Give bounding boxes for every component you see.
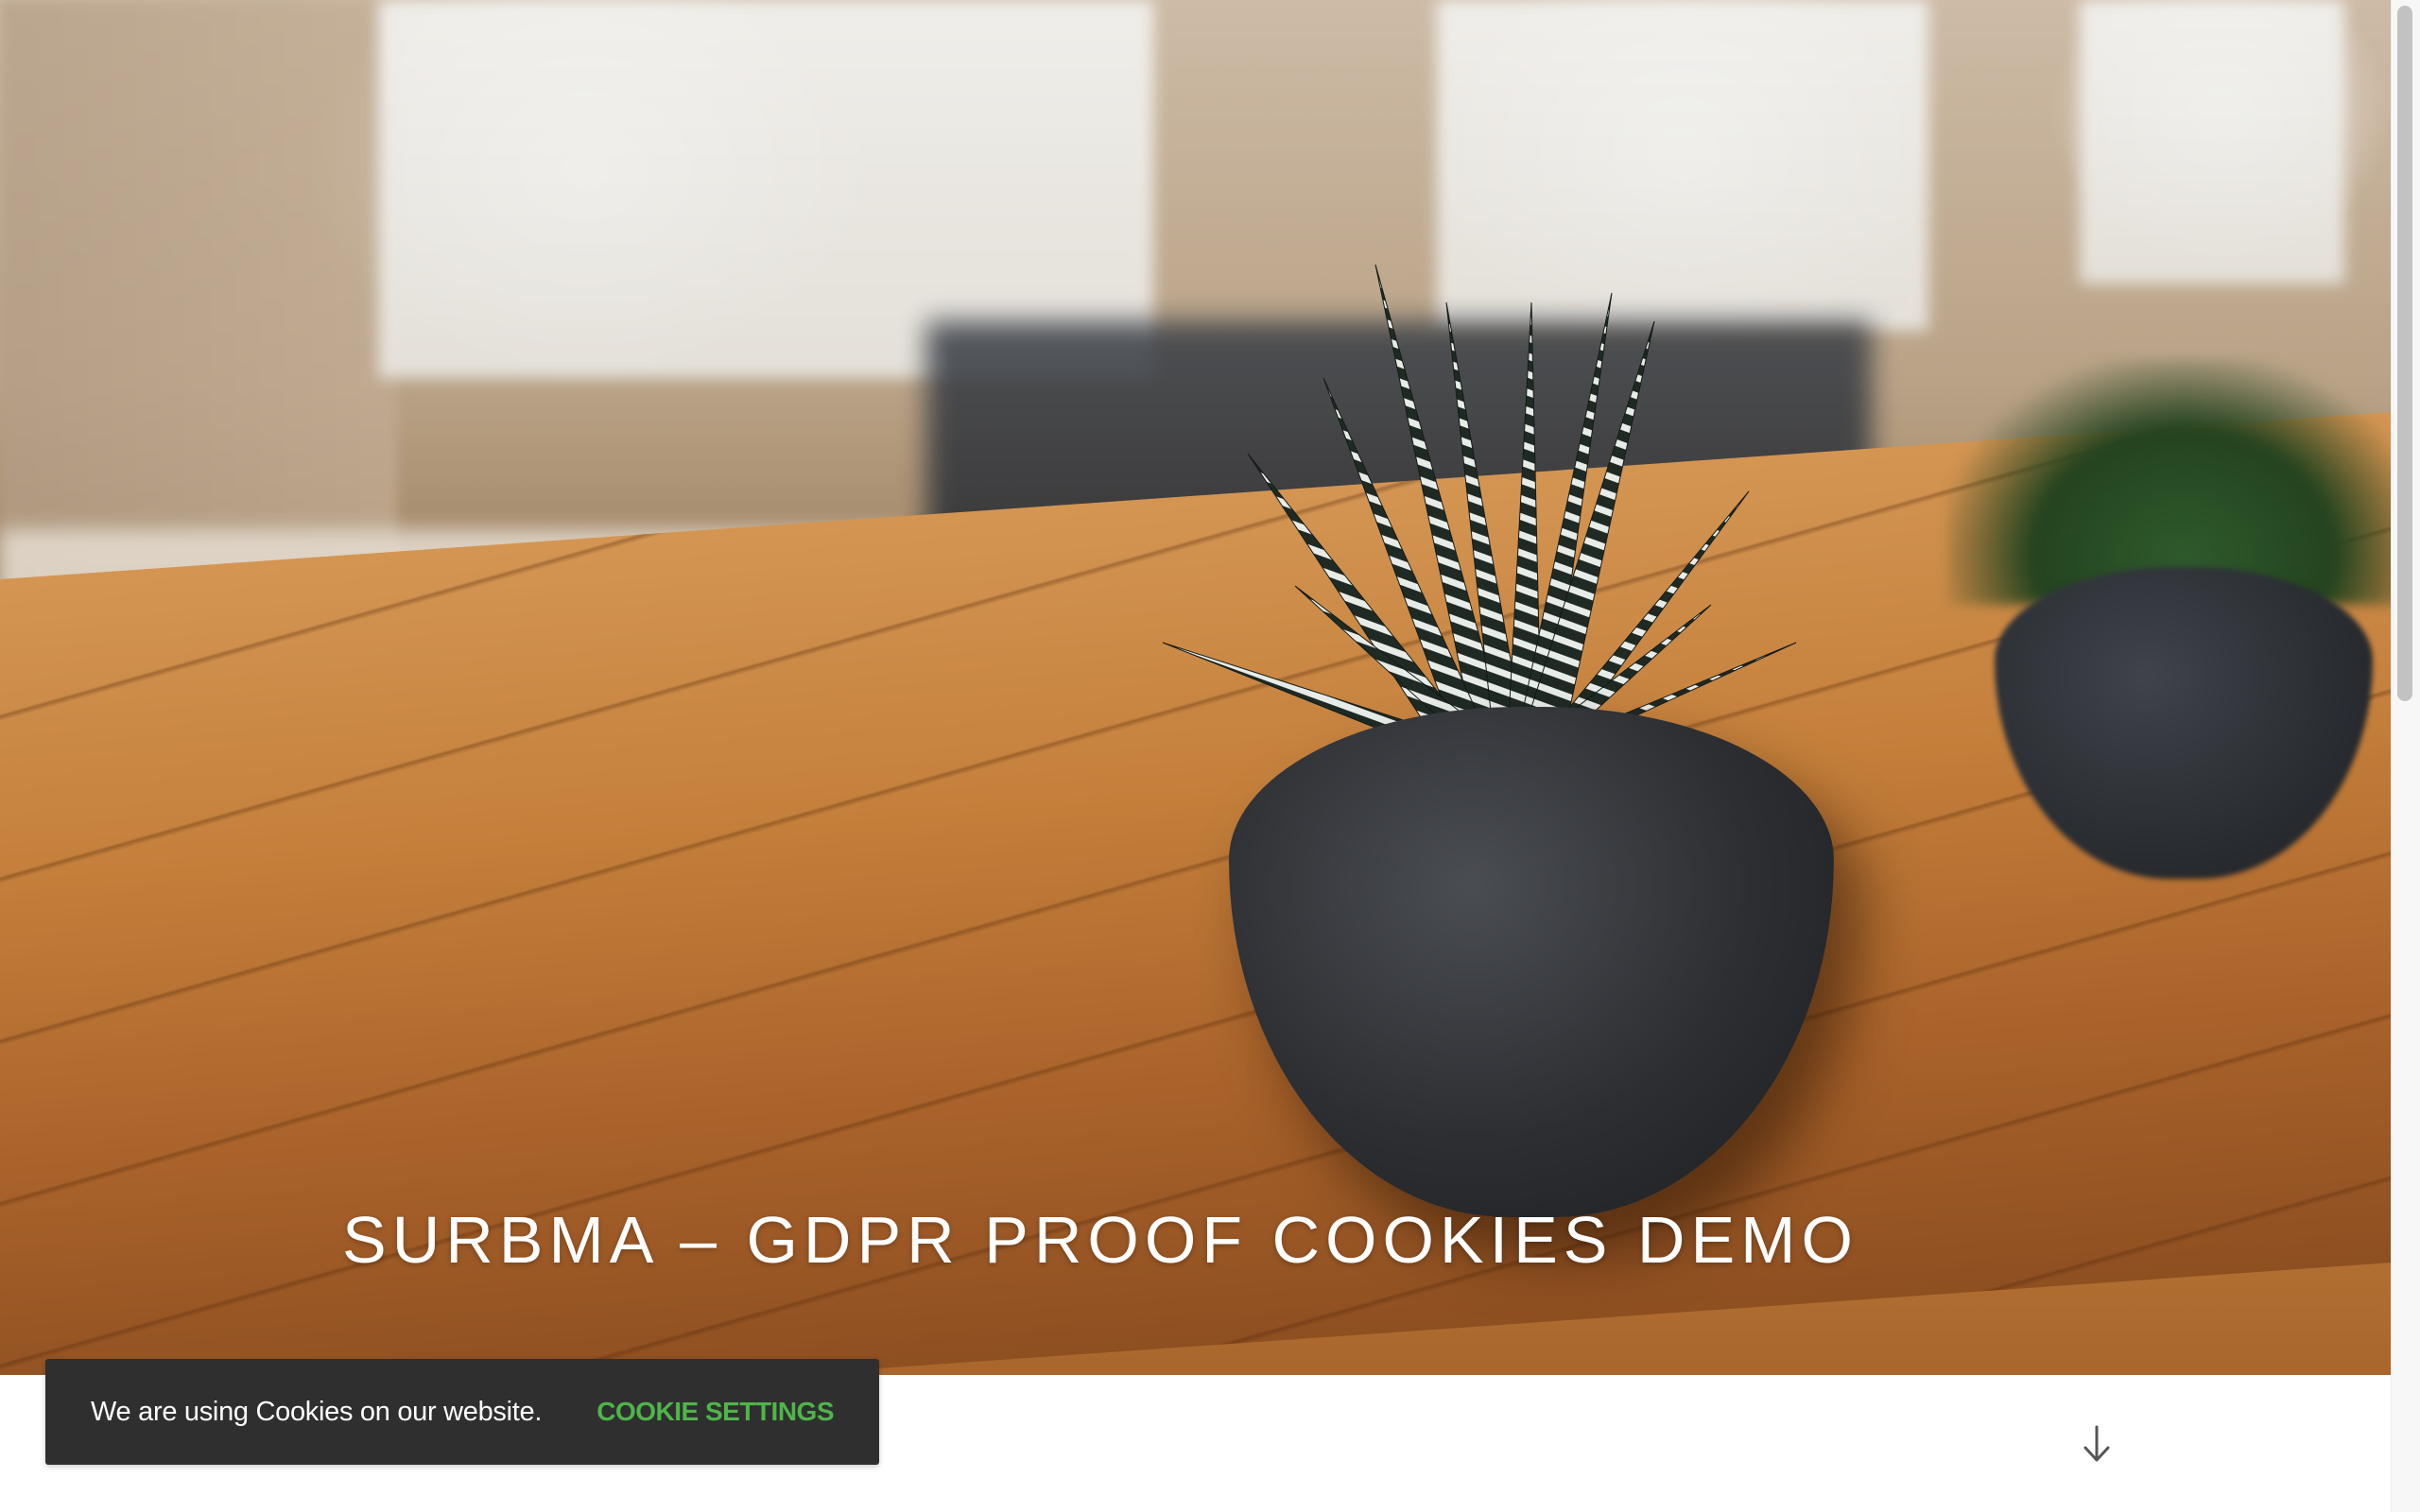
scroll-down-button[interactable] bbox=[2076, 1423, 2118, 1465]
cookie-notice-bar: We are using Cookies on our website. COO… bbox=[45, 1359, 879, 1465]
succulent-plant-image bbox=[1162, 264, 1797, 746]
cookie-notice-message: We are using Cookies on our website. bbox=[91, 1396, 543, 1427]
page-title: SURBMA – GDPR PROOF COOKIES DEMO bbox=[342, 1203, 1858, 1277]
hero-bg-window bbox=[2080, 0, 2344, 284]
arrow-down-icon bbox=[2083, 1425, 2110, 1462]
page: SURBMA – GDPR PROOF COOKIES DEMO We are … bbox=[0, 0, 2420, 1512]
page-scrollbar[interactable] bbox=[2391, 0, 2420, 1512]
hero-section: SURBMA – GDPR PROOF COOKIES DEMO bbox=[0, 0, 2392, 1375]
cookie-settings-button[interactable]: COOKIE SETTINGS bbox=[596, 1397, 834, 1427]
scrollbar-thumb[interactable] bbox=[2397, 6, 2412, 701]
